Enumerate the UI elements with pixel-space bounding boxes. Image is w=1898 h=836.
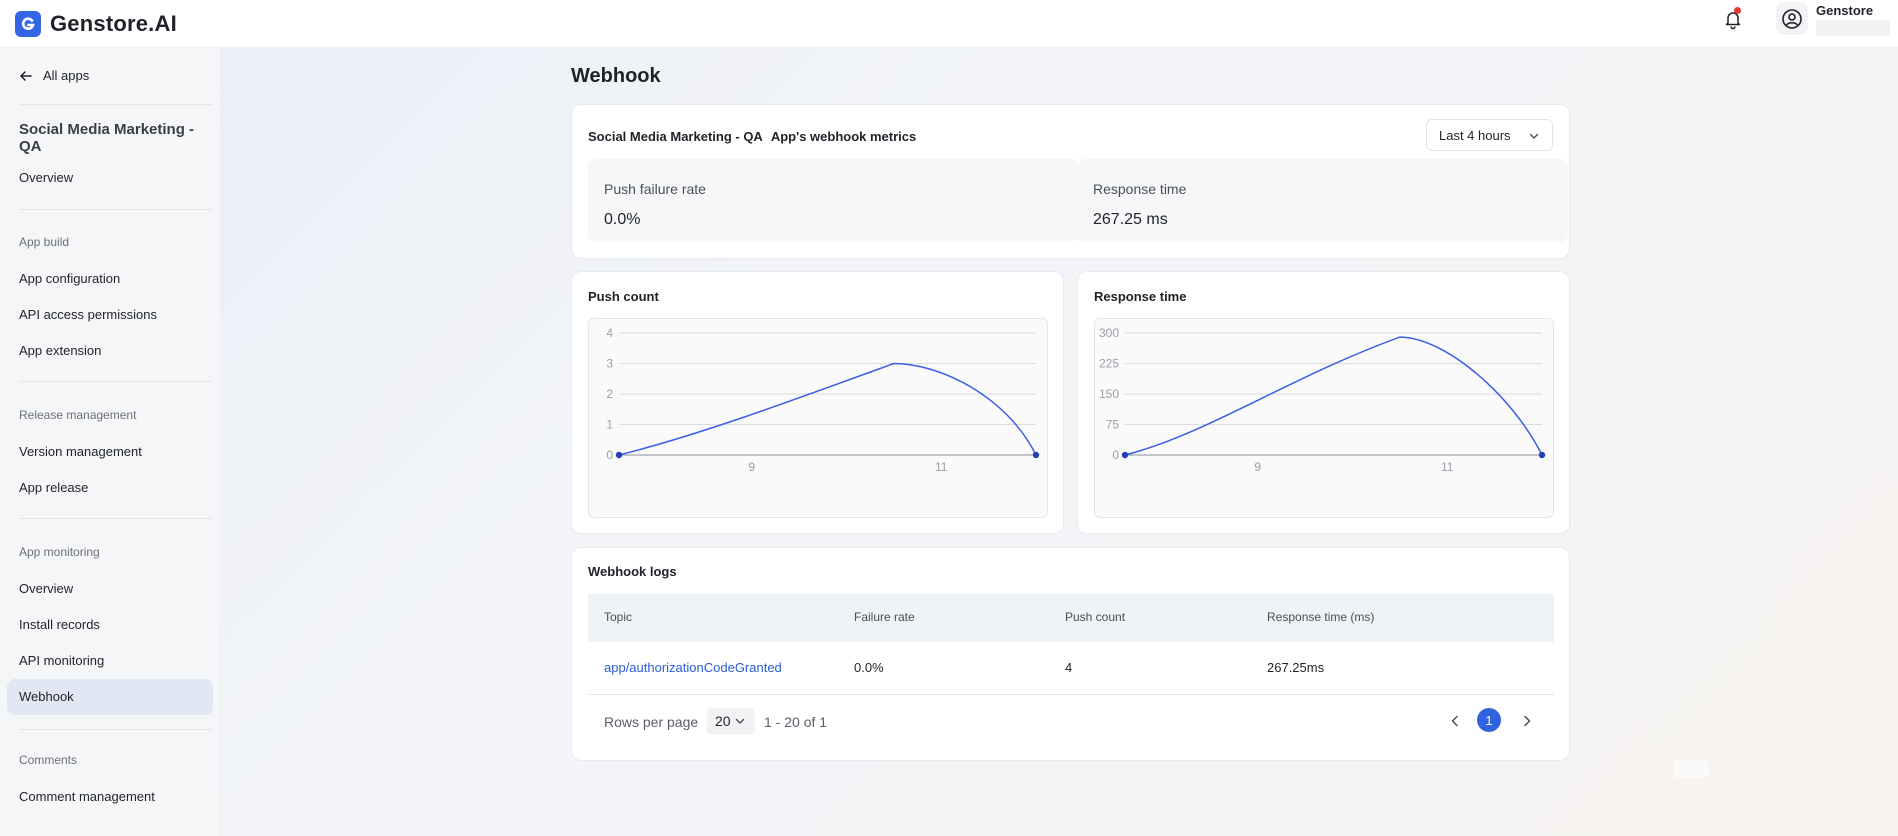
pagination: Rows per page 20 1 - 20 of 1 1	[588, 708, 1554, 738]
user-subtitle-placeholder	[1816, 20, 1890, 36]
y-tick-label: 1	[606, 418, 613, 432]
push-count-chart-card: Push count 0 1 2 3 4 9 11	[571, 271, 1064, 534]
sidebar-divider	[19, 729, 212, 730]
arrow-left-icon	[20, 70, 32, 81]
y-tick-label: 75	[1106, 418, 1120, 432]
sidebar-item-api-monitoring[interactable]: API monitoring	[7, 643, 213, 679]
data-point	[1538, 451, 1546, 459]
user-icon	[1782, 8, 1802, 29]
sidebar-section-release-management: Release management	[19, 408, 137, 422]
rows-per-page-value: 20	[715, 713, 731, 729]
watermark-badge	[1673, 760, 1709, 778]
sidebar-divider	[19, 518, 212, 519]
chart-title: Response time	[1094, 289, 1187, 304]
sidebar-item-install-records[interactable]: Install records	[7, 607, 213, 643]
sidebar-section-comments: Comments	[19, 753, 78, 767]
x-tick-label: 11	[1441, 460, 1454, 474]
metrics-app-name: Social Media Marketing - QA	[588, 129, 763, 144]
push-count-chart-svg: 0 1 2 3 4 9 11	[606, 326, 1040, 474]
push-count-chart: 0 1 2 3 4 9 11	[588, 318, 1048, 518]
sidebar-section-app-monitoring: App monitoring	[19, 545, 100, 559]
stat-value: 0.0%	[604, 211, 641, 228]
x-tick-label: 9	[748, 460, 755, 474]
data-point	[1121, 451, 1129, 459]
column-header-topic[interactable]: Topic	[604, 610, 632, 624]
sidebar-divider	[19, 209, 212, 210]
stat-label: Push failure rate	[604, 181, 706, 197]
back-to-all-apps-link[interactable]: All apps	[19, 68, 89, 83]
y-tick-label: 0	[606, 448, 613, 462]
sidebar-section-app-build: App build	[19, 235, 70, 249]
sidebar-item-webhook[interactable]: Webhook	[7, 679, 213, 715]
chevron-left-icon[interactable]	[1448, 714, 1462, 728]
rows-per-page-select[interactable]: 20	[707, 708, 755, 734]
chevron-down-icon	[735, 718, 744, 724]
table-row: app/authorizationCodeGranted 0.0% 4 267.…	[588, 642, 1554, 695]
genstore-logo-icon	[15, 10, 41, 37]
sidebar-item-app-release[interactable]: App release	[7, 470, 213, 506]
logs-title: Webhook logs	[588, 564, 677, 579]
page-number-button[interactable]: 1	[1477, 708, 1501, 732]
data-point	[615, 451, 623, 459]
sidebar-divider	[19, 104, 212, 105]
top-bar: Genstore.AI	[0, 0, 1898, 48]
pagination-range: 1 - 20 of 1	[764, 714, 828, 730]
notification-dot	[1734, 7, 1741, 14]
back-label: All apps	[43, 68, 90, 83]
webhook-metrics-card: Social Media Marketing - QA App's webhook…	[571, 104, 1570, 259]
column-header-response-time[interactable]: Response time (ms)	[1267, 610, 1374, 624]
chart-title: Push count	[588, 289, 659, 304]
y-tick-label: 3	[606, 357, 613, 371]
sidebar: All apps Social Media Marketing - QA Ove…	[0, 48, 221, 836]
sidebar-item-version-management[interactable]: Version management	[7, 434, 213, 470]
chevron-down-icon	[1529, 133, 1539, 139]
y-tick-label: 2	[606, 387, 613, 401]
metrics-subtitle: App's webhook metrics	[770, 129, 917, 144]
sidebar-app-title: Social Media Marketing - QA	[19, 121, 195, 155]
sidebar-item-app-configuration[interactable]: App configuration	[7, 261, 213, 297]
sidebar-divider	[19, 381, 212, 382]
sidebar-item-app-extension[interactable]: App extension	[7, 333, 213, 369]
brand-name: Genstore.AI	[50, 10, 177, 36]
metrics-heading: Social Media Marketing - QA App's webhook…	[588, 129, 924, 144]
x-tick-label: 9	[1254, 460, 1261, 474]
response-time-chart: 0 75 150 225 300 9 11	[1094, 318, 1554, 518]
user-name[interactable]: Genstore	[1816, 3, 1873, 18]
response-time-chart-card: Response time 0 75 150 225 300 9 11	[1077, 271, 1570, 534]
column-header-failure-rate[interactable]: Failure rate	[854, 610, 915, 624]
x-tick-label: 11	[935, 460, 948, 474]
y-tick-label: 0	[1112, 448, 1119, 462]
brand-logo[interactable]: Genstore.AI	[15, 10, 177, 37]
sidebar-item-comment-management[interactable]: Comment management	[7, 779, 213, 815]
series-line	[1124, 336, 1543, 456]
stat-label: Response time	[1093, 181, 1187, 197]
y-tick-label: 4	[606, 326, 613, 340]
stat-value: 267.25 ms	[1093, 211, 1168, 228]
response-time-stat: Response time 267.25 ms	[1077, 159, 1568, 242]
sidebar-item-api-access-permissions[interactable]: API access permissions	[7, 297, 213, 333]
data-point	[1032, 451, 1040, 459]
topic-link[interactable]: app/authorizationCodeGranted	[604, 660, 782, 675]
response-time-cell: 267.25ms	[1267, 660, 1325, 675]
table-header: Topic Failure rate Push count Response t…	[588, 594, 1554, 642]
response-time-chart-svg: 0 75 150 225 300 9 11	[1099, 326, 1546, 474]
time-range-select[interactable]: Last 4 hours	[1426, 119, 1553, 151]
y-tick-label: 150	[1099, 387, 1119, 401]
failure-rate-cell: 0.0%	[854, 660, 884, 675]
rows-per-page-label: Rows per page	[604, 714, 699, 730]
time-range-value: Last 4 hours	[1439, 127, 1511, 143]
series-line	[618, 362, 1037, 456]
user-avatar-button[interactable]	[1776, 2, 1808, 35]
push-failure-rate-stat: Push failure rate 0.0%	[588, 159, 1079, 242]
column-header-push-count[interactable]: Push count	[1065, 610, 1125, 624]
chevron-right-icon[interactable]	[1520, 714, 1534, 728]
page-title: Webhook	[571, 65, 661, 87]
sidebar-item-overview[interactable]: Overview	[7, 160, 213, 196]
y-tick-label: 225	[1099, 357, 1119, 371]
push-count-cell: 4	[1065, 660, 1073, 675]
webhook-logs-card: Webhook logs Topic Failure rate Push cou…	[571, 547, 1570, 761]
y-tick-label: 300	[1099, 326, 1119, 340]
sidebar-item-monitoring-overview[interactable]: Overview	[7, 571, 213, 607]
